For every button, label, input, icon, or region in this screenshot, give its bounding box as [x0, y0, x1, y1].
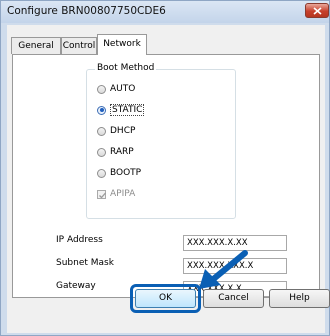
radio-bootp[interactable]: BOOTP — [97, 167, 141, 179]
radio-bootp-label: BOOTP — [110, 168, 142, 178]
network-panel: Boot Method AUTO STATIC DHCP RARP BOOTP … — [12, 54, 320, 298]
radio-dhcp[interactable]: DHCP — [97, 125, 135, 137]
window-title: Configure BRN00807750CDE6 — [7, 5, 166, 17]
ok-button-highlight — [130, 284, 201, 313]
boot-method-label: Boot Method — [95, 63, 157, 73]
radio-auto[interactable]: AUTO — [97, 83, 135, 95]
close-icon — [313, 7, 322, 15]
radio-rarp[interactable]: RARP — [97, 146, 134, 158]
tab-general[interactable]: General — [11, 37, 61, 54]
help-button[interactable]: Help — [269, 289, 330, 308]
checkbox-apipa[interactable]: APIPA — [97, 188, 135, 200]
radio-button-icon — [97, 168, 106, 178]
cancel-button[interactable]: Cancel — [203, 289, 264, 308]
close-button[interactable] — [305, 3, 329, 18]
boot-method-group: Boot Method AUTO STATIC DHCP RARP BOOTP … — [86, 63, 236, 219]
radio-button-icon — [97, 126, 106, 136]
apipa-label: APIPA — [110, 189, 136, 199]
radio-button-selected-icon — [97, 105, 106, 115]
radio-button-icon — [97, 84, 106, 94]
radio-auto-label: AUTO — [110, 84, 136, 94]
pointer-arrow-icon — [199, 250, 248, 289]
checkbox-checked-icon — [97, 189, 106, 199]
radio-static-label: STATIC — [110, 104, 145, 116]
subnet-mask-label: Subnet Mask — [56, 258, 114, 268]
radio-dhcp-label: DHCP — [110, 126, 136, 136]
title-bar[interactable]: Configure BRN00807750CDE6 — [1, 1, 329, 23]
ip-address-label: IP Address — [56, 235, 103, 245]
dialog-window: Configure BRN00807750CDE6 General Contro… — [0, 0, 330, 336]
radio-rarp-label: RARP — [110, 147, 134, 157]
radio-button-icon — [97, 147, 106, 157]
gateway-label: Gateway — [56, 281, 96, 291]
tab-control[interactable]: Control — [61, 37, 97, 54]
radio-static[interactable]: STATIC — [97, 104, 145, 116]
tab-network[interactable]: Network — [97, 34, 147, 55]
